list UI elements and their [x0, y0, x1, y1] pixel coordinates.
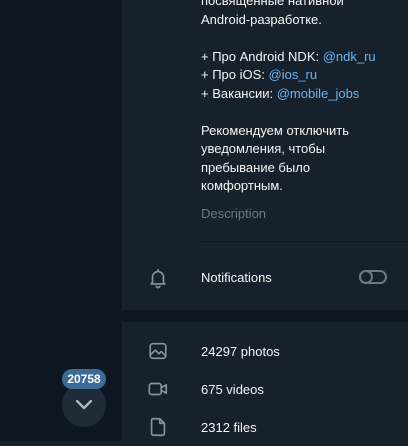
chat-area: 20758 — [0, 0, 122, 441]
bell-icon — [150, 268, 166, 289]
photos-count: 24297 photos — [201, 344, 280, 359]
media-row-files[interactable]: 2312 files — [122, 408, 408, 446]
files-count: 2312 files — [201, 420, 257, 435]
link-mobile-jobs[interactable]: @mobile_jobs — [277, 86, 360, 101]
chevron-down-icon — [75, 399, 93, 410]
description-line: Android-разработке. — [201, 11, 322, 27]
link-line-ios: + Про iOS: @ios_ru — [201, 67, 318, 82]
notifications-label: Notifications — [201, 270, 272, 285]
recommendation-line: комфортным. — [201, 178, 283, 193]
toggle-knob — [359, 270, 373, 284]
notifications-toggle[interactable] — [359, 270, 387, 284]
description-line: посвященные нативной — [201, 0, 344, 8]
file-icon — [150, 417, 166, 437]
unread-count-badge: 20758 — [62, 369, 106, 389]
section-divider — [122, 310, 408, 322]
videos-count: 675 videos — [201, 382, 264, 397]
recommendation-line: пребывание было — [201, 159, 311, 175]
channel-description: посвященные нативной Android-разработке.… — [201, 0, 401, 196]
link-line-jobs: + Вакансии: @mobile_jobs — [201, 85, 360, 101]
link-ios-ru[interactable]: @ios_ru — [269, 67, 318, 82]
photo-icon — [149, 342, 167, 360]
recommendation-line: уведомления, чтобы — [201, 141, 326, 156]
recommendation-line: Рекомендуем отключить — [201, 122, 350, 138]
description-label: Description — [201, 206, 267, 221]
media-row-videos[interactable]: 675 videos — [122, 370, 408, 408]
media-row-photos[interactable]: 24297 photos — [122, 332, 408, 370]
link-ndk-ru[interactable]: @ndk_ru — [323, 49, 376, 64]
channel-info-panel: посвященные нативной Android-разработке.… — [122, 0, 408, 441]
notifications-row[interactable]: Notifications — [122, 258, 408, 298]
divider — [201, 241, 408, 242]
link-line-ndk: + Про Android NDK: @ndk_ru — [201, 48, 376, 64]
scroll-down-button[interactable] — [62, 383, 106, 427]
video-icon — [148, 382, 168, 396]
